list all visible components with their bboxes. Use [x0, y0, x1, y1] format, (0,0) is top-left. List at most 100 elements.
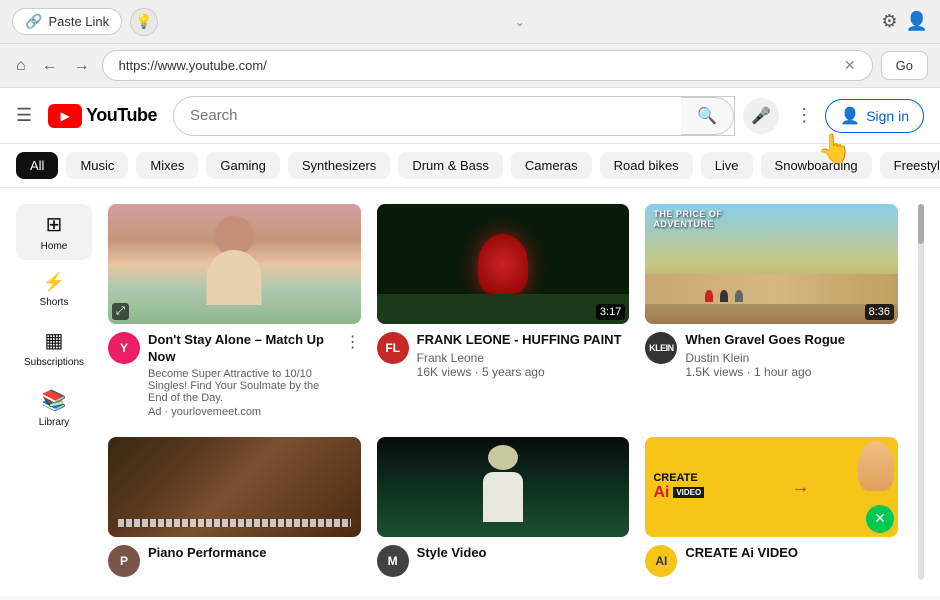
channel-avatar-2: FL — [377, 332, 409, 364]
sidebar-subscriptions-label: Subscriptions — [24, 357, 84, 368]
youtube-logo[interactable]: YouTube — [48, 104, 157, 128]
channel-avatar-5: M — [377, 545, 409, 577]
video-meta-5: Style Video — [417, 545, 630, 577]
thumbnail-1: ⤢ — [108, 204, 361, 324]
search-container: 🔍 🎤 — [173, 96, 779, 136]
ad-label-1: Ad · yourlovemeet.com — [148, 406, 337, 418]
browser-bar: ⌂ ← → https://www.youtube.com/ ✕ Go — [0, 44, 940, 88]
more-options-button[interactable]: ⋮ — [795, 105, 813, 126]
search-button[interactable]: 🔍 — [681, 97, 734, 135]
video-title-1: Don't Stay Alone – Match Up Now — [148, 332, 337, 366]
youtube-logo-icon — [48, 104, 82, 128]
home-icon: ⊞ — [46, 212, 63, 237]
chevron-down-icon[interactable]: ⌄ — [515, 13, 525, 31]
go-button[interactable]: Go — [881, 51, 928, 80]
green-close-badge[interactable]: ✕ — [866, 505, 894, 533]
video-card-3[interactable]: THE PRICE OFADVENTURE 8:36 KLEIN When Gr… — [645, 204, 898, 421]
video-card-6[interactable]: CREATE Ai VIDEO → ✕ AI CREATE Ai — [645, 437, 898, 580]
gear-icon[interactable]: ⚙ — [881, 11, 897, 32]
video-info-4: P Piano Performance — [108, 545, 361, 577]
chip-all[interactable]: All — [16, 152, 58, 179]
account-circle-icon: 👤 — [840, 106, 860, 126]
paste-link-button[interactable]: 🔗 Paste Link — [12, 8, 122, 35]
video-meta-3: When Gravel Goes Rogue Dustin Klein 1.5K… — [685, 332, 898, 379]
thumbnail-5 — [377, 437, 630, 537]
url-text: https://www.youtube.com/ — [119, 58, 267, 73]
video-title-2: FRANK LEONE - HUFFING PAINT — [417, 332, 630, 349]
video-info-2: FL FRANK LEONE - HUFFING PAINT Frank Leo… — [377, 332, 630, 379]
chip-live[interactable]: Live — [701, 152, 753, 179]
mic-icon: 🎤 — [751, 106, 771, 126]
top-bar-right: ⚙ 👤 — [881, 11, 928, 32]
video-more-1[interactable]: ⋮ — [345, 332, 361, 418]
scrollbar-thumb[interactable] — [918, 204, 924, 244]
url-bar[interactable]: https://www.youtube.com/ ✕ — [102, 50, 873, 81]
video-card-4[interactable]: P Piano Performance — [108, 437, 361, 580]
chip-cameras[interactable]: Cameras — [511, 152, 592, 179]
video-card-1[interactable]: ⤢ Y Don't Stay Alone – Match Up Now Beco… — [108, 204, 361, 421]
sidebar-item-home[interactable]: ⊞ Home — [16, 204, 92, 260]
thumbnail-2: 3:17 — [377, 204, 630, 324]
sidebar-item-library[interactable]: 📚 Library — [16, 380, 92, 436]
ad-badge-1: Become Super Attractive to 10/10 Singles… — [148, 368, 337, 404]
main-content: ⊞ Home ⚡ Shorts ▦ Subscriptions 📚 Librar… — [0, 188, 940, 596]
search-input[interactable] — [174, 99, 681, 132]
channel-name-2: Frank Leone — [417, 351, 630, 365]
video-meta-4: Piano Performance — [148, 545, 361, 577]
sign-in-label: Sign in — [866, 108, 909, 124]
paste-link-label: Paste Link — [48, 14, 109, 29]
channel-avatar-3: KLEIN — [645, 332, 677, 364]
thumbnail-3: THE PRICE OFADVENTURE 8:36 — [645, 204, 898, 324]
sidebar: ⊞ Home ⚡ Shorts ▦ Subscriptions 📚 Librar… — [16, 204, 92, 580]
video-info-6: AI CREATE Ai VIDEO — [645, 545, 898, 577]
chip-snowboarding[interactable]: Snowboarding — [761, 152, 872, 179]
sign-in-button[interactable]: 👤 Sign in — [825, 99, 924, 133]
video-grid: ⤢ Y Don't Stay Alone – Match Up Now Beco… — [108, 204, 898, 580]
duration-badge-3: 8:36 — [865, 304, 894, 320]
mic-button[interactable]: 🎤 — [743, 98, 779, 134]
video-title-3: When Gravel Goes Rogue — [685, 332, 898, 349]
video-meta-2: FRANK LEONE - HUFFING PAINT Frank Leone … — [417, 332, 630, 379]
sidebar-shorts-label: Shorts — [40, 297, 69, 308]
sidebar-item-subscriptions[interactable]: ▦ Subscriptions — [16, 320, 92, 376]
back-button[interactable]: ← — [38, 53, 62, 79]
video-title-6: CREATE Ai VIDEO — [685, 545, 898, 562]
lightbulb-icon: 💡 — [135, 13, 152, 30]
channel-avatar-6: AI — [645, 545, 677, 577]
chip-road-bikes[interactable]: Road bikes — [600, 152, 693, 179]
thumbnail-6: CREATE Ai VIDEO → ✕ — [645, 437, 898, 537]
lightbulb-button[interactable]: 💡 — [130, 8, 158, 36]
video-meta-1: Don't Stay Alone – Match Up Now Become S… — [148, 332, 337, 418]
home-button[interactable]: ⌂ — [12, 53, 30, 79]
youtube-header: ☰ YouTube 🔍 🎤 ⋮ 👤 Sign in — [0, 88, 940, 144]
forward-button[interactable]: → — [70, 53, 94, 79]
video-info-1: Y Don't Stay Alone – Match Up Now Become… — [108, 332, 361, 418]
scrollbar[interactable] — [918, 204, 924, 580]
video-card-2[interactable]: 3:17 FL FRANK LEONE - HUFFING PAINT Fran… — [377, 204, 630, 421]
sidebar-item-shorts[interactable]: ⚡ Shorts — [16, 264, 92, 316]
expand-icon-1: ⤢ — [112, 303, 129, 320]
top-bar-left: 🔗 Paste Link 💡 — [12, 8, 158, 36]
video-meta-6: CREATE Ai VIDEO — [685, 545, 898, 577]
shorts-icon: ⚡ — [43, 272, 65, 293]
chip-mixes[interactable]: Mixes — [136, 152, 198, 179]
sidebar-home-label: Home — [41, 241, 68, 252]
video-title-4: Piano Performance — [148, 545, 361, 562]
filter-chips: All Music Mixes Gaming Synthesizers Drum… — [0, 144, 940, 188]
video-card-5[interactable]: M Style Video — [377, 437, 630, 580]
duration-badge-2: 3:17 — [596, 304, 625, 320]
channel-avatar-4: P — [108, 545, 140, 577]
sidebar-library-label: Library — [39, 417, 70, 428]
chip-drum-bass[interactable]: Drum & Bass — [398, 152, 503, 179]
youtube-logo-text: YouTube — [86, 105, 157, 126]
hamburger-menu[interactable]: ☰ — [16, 105, 32, 126]
chip-synthesizers[interactable]: Synthesizers — [288, 152, 390, 179]
thumbnail-4 — [108, 437, 361, 537]
search-input-wrap: 🔍 — [173, 96, 735, 136]
url-clear-icon[interactable]: ✕ — [844, 57, 856, 74]
person-icon[interactable]: 👤 — [906, 11, 928, 32]
chip-gaming[interactable]: Gaming — [206, 152, 280, 179]
chip-freestyle-rap[interactable]: Freestyle Rap — [880, 152, 940, 179]
video-info-5: M Style Video — [377, 545, 630, 577]
chip-music[interactable]: Music — [66, 152, 128, 179]
